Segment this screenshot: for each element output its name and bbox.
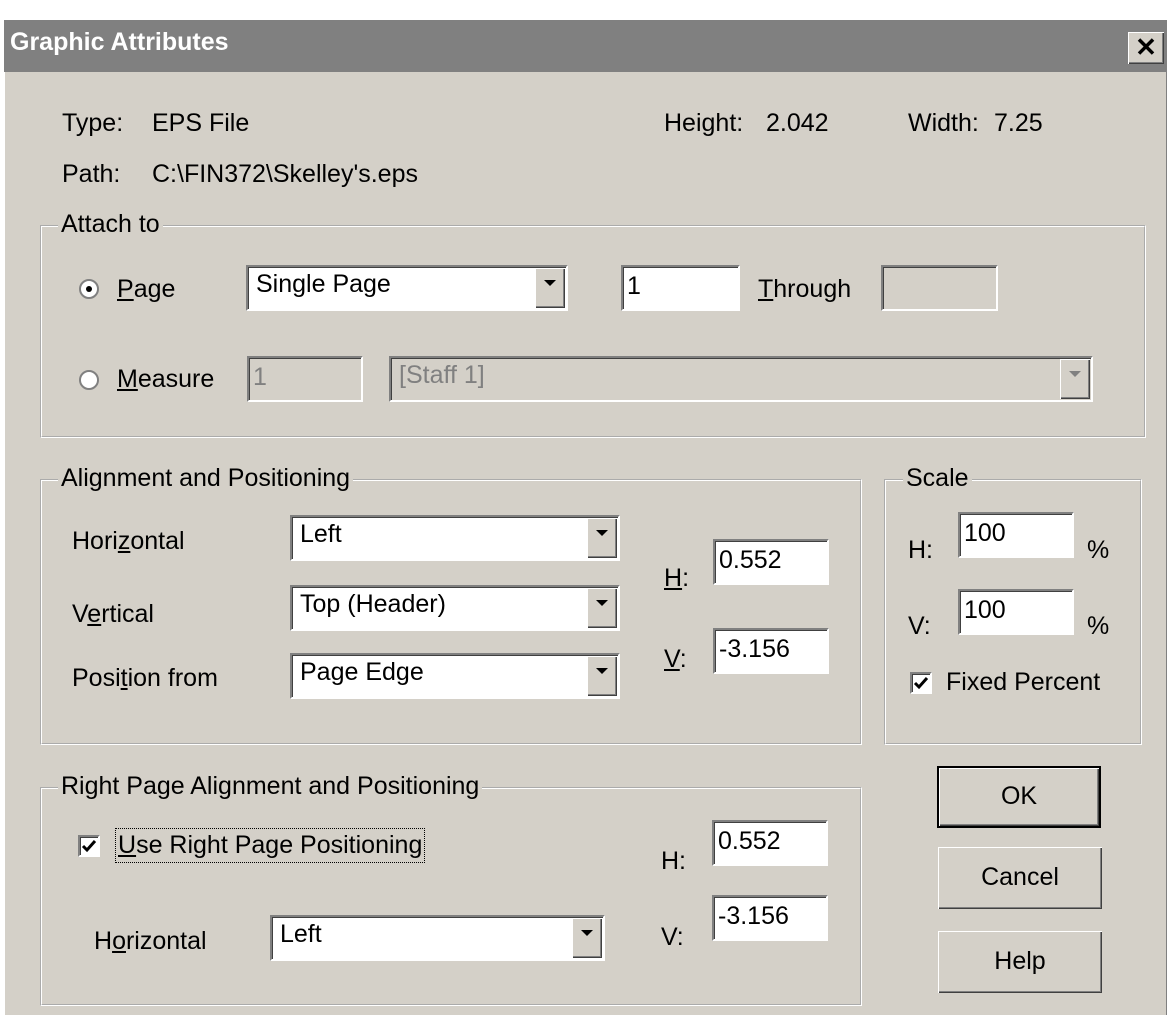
vertical-value: Top (Header) <box>300 590 446 618</box>
cancel-button[interactable]: Cancel <box>938 847 1102 909</box>
right-h-input[interactable]: 0.552 <box>712 820 828 866</box>
use-right-page-label[interactable]: Use Right Page Positioning <box>114 828 426 863</box>
vertical-label: Vertical <box>72 600 154 628</box>
chevron-down-icon <box>544 280 556 286</box>
staff-select[interactable]: [Staff 1] <box>389 356 1093 402</box>
horizontal-select[interactable]: Left <box>290 515 620 561</box>
dialog-title: Graphic Attributes <box>10 28 229 56</box>
alignment-legend: Alignment and Positioning <box>58 464 354 493</box>
chevron-down-icon <box>596 530 608 536</box>
type-value: EPS File <box>152 109 250 137</box>
type-label: Type: <box>62 109 124 137</box>
checkmark-icon <box>913 677 929 690</box>
scale-h-unit: % <box>1087 536 1110 564</box>
horizontal-value: Left <box>300 520 342 548</box>
page-radio[interactable] <box>79 279 99 299</box>
height-value: 2.042 <box>766 109 829 137</box>
scale-v-input[interactable]: 100 <box>958 589 1074 635</box>
help-button[interactable]: Help <box>938 931 1102 993</box>
page-range-dropdown-button[interactable] <box>535 268 565 308</box>
right-horizontal-value: Left <box>280 920 322 948</box>
use-right-page-checkbox[interactable] <box>78 835 100 857</box>
title-bar: Graphic Attributes ✕ <box>4 20 1167 72</box>
measure-input[interactable]: 1 <box>247 356 363 402</box>
chevron-down-icon <box>596 600 608 606</box>
measure-radio[interactable] <box>79 370 99 390</box>
graphic-attributes-dialog: Graphic Attributes ✕ Type: EPS File Heig… <box>4 20 1167 1015</box>
checkmark-icon <box>81 840 97 853</box>
right-v-label: V: <box>661 923 684 951</box>
measure-radio-label[interactable]: Measure <box>117 365 214 394</box>
close-icon: ✕ <box>1135 32 1157 62</box>
vertical-select[interactable]: Top (Header) <box>290 585 620 631</box>
scale-v-unit: % <box>1087 612 1110 640</box>
right-horizontal-label: Horizontal <box>94 927 207 955</box>
through-label: Through <box>758 275 852 303</box>
radio-selected-dot <box>86 286 92 292</box>
position-from-value: Page Edge <box>300 658 424 686</box>
path-label: Path: <box>62 160 121 188</box>
width-label: Width: <box>908 109 979 137</box>
right-h-label: H: <box>661 847 686 875</box>
scale-v-label: V: <box>908 612 931 640</box>
page-range-select[interactable]: Single Page <box>246 265 568 311</box>
attach-to-legend: Attach to <box>58 210 163 239</box>
height-label: Height: <box>664 109 744 137</box>
chevron-down-icon <box>1069 371 1081 377</box>
chevron-down-icon <box>596 668 608 674</box>
right-horizontal-dropdown-button[interactable] <box>572 918 602 958</box>
align-v-label: V: <box>664 645 687 673</box>
align-h-label: H: <box>664 564 690 592</box>
vertical-dropdown-button[interactable] <box>587 588 617 628</box>
scale-legend: Scale <box>903 464 972 493</box>
fixed-percent-label[interactable]: Fixed Percent <box>946 668 1100 697</box>
close-button[interactable]: ✕ <box>1128 32 1164 64</box>
scale-h-label: H: <box>908 536 933 564</box>
scale-h-input[interactable]: 100 <box>958 512 1074 558</box>
staff-dropdown-button[interactable] <box>1060 359 1090 399</box>
width-value: 7.25 <box>994 109 1043 137</box>
align-h-input[interactable]: 0.552 <box>713 539 829 585</box>
fixed-percent-checkbox[interactable] <box>910 672 932 694</box>
page-radio-label[interactable]: Page <box>117 275 175 304</box>
right-page-legend: Right Page Alignment and Positioning <box>58 772 483 801</box>
path-value: C:\FIN372\Skelley's.eps <box>152 160 418 188</box>
page-range-value: Single Page <box>256 270 391 298</box>
attach-to-group <box>40 225 1146 438</box>
chevron-down-icon <box>581 930 593 936</box>
position-from-dropdown-button[interactable] <box>587 656 617 696</box>
position-from-select[interactable]: Page Edge <box>290 653 620 699</box>
right-v-input[interactable]: -3.156 <box>712 895 828 941</box>
right-horizontal-select[interactable]: Left <box>270 915 605 961</box>
through-input[interactable] <box>881 265 998 311</box>
staff-value: [Staff 1] <box>399 361 485 389</box>
horizontal-label: Horizontal <box>72 527 185 555</box>
page-from-input[interactable]: 1 <box>621 265 740 311</box>
position-from-label: Position from <box>72 664 218 692</box>
align-v-input[interactable]: -3.156 <box>713 628 829 674</box>
ok-button[interactable]: OK <box>937 766 1101 828</box>
horizontal-dropdown-button[interactable] <box>587 518 617 558</box>
